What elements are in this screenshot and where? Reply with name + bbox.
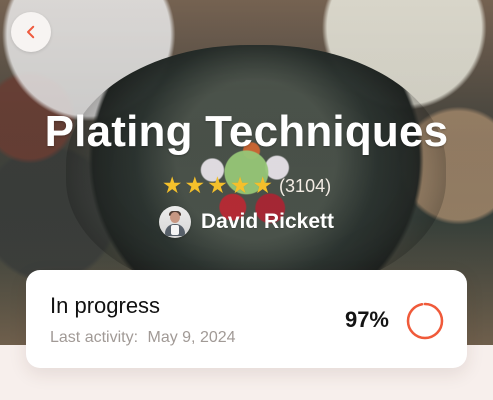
last-activity-date: May 9, 2024 (147, 329, 236, 346)
star-icon: ★ (229, 172, 251, 199)
course-title: Plating Techniques (44, 107, 449, 156)
avatar-apron (170, 224, 179, 235)
rating-stars: ★ ★ ★ ★ ★ (162, 174, 273, 197)
star-icon: ★ (207, 172, 228, 199)
course-screen: Plating Techniques ★ ★ ★ ★ ★ (3104) Davi… (0, 0, 493, 400)
star-icon: ★ (252, 172, 274, 199)
rating-row: ★ ★ ★ ★ ★ (3104) (0, 173, 493, 199)
progress-card: In progress Last activity: May 9, 2024 9… (26, 270, 467, 368)
chevron-left-icon (22, 23, 40, 41)
avatar-head (169, 211, 180, 223)
instructor-row: David Rickett (0, 205, 493, 239)
last-activity: Last activity: May 9, 2024 (50, 330, 236, 346)
rating-count: (3104) (279, 175, 332, 196)
last-activity-label: Last activity: (50, 329, 139, 346)
progress-percent: 97% (344, 307, 389, 332)
star-icon: ★ (161, 172, 183, 199)
course-header: Plating Techniques ★ ★ ★ ★ ★ (3104) Davi… (0, 107, 493, 239)
progress-status: In progress (50, 293, 161, 318)
back-button[interactable] (11, 12, 51, 52)
star-icon: ★ (184, 172, 206, 199)
instructor-name: David Rickett (200, 210, 335, 234)
avatar (158, 205, 191, 238)
progress-ring (405, 301, 445, 341)
progress-ring-fill (406, 302, 444, 340)
